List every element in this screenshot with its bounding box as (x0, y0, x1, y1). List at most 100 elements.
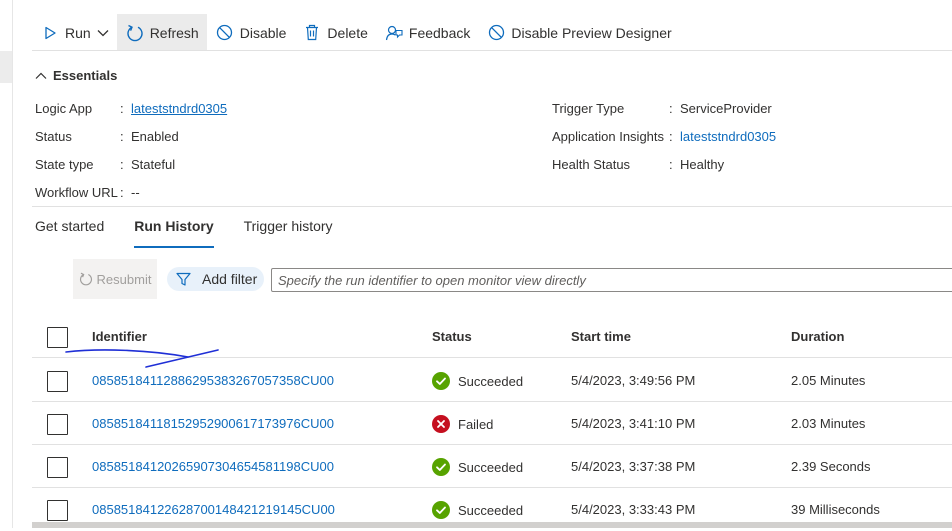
prop-app-insights: Application Insights : lateststndrd0305 (552, 129, 776, 144)
run-start-time: 5/4/2023, 3:49:56 PM (571, 373, 696, 388)
run-duration: 39 Milliseconds (791, 502, 880, 517)
disable-label: Disable (239, 24, 287, 41)
add-filter-button[interactable]: Add filter (167, 267, 264, 291)
run-start-time: 5/4/2023, 3:33:43 PM (571, 502, 696, 517)
run-duration: 2.39 Seconds (791, 459, 871, 474)
refresh-button[interactable]: Refresh (116, 14, 207, 51)
run-start-time: 5/4/2023, 3:41:10 PM (571, 416, 696, 431)
run-identifier-link[interactable]: 08585184112886295383267057358CU00 (92, 373, 334, 388)
app-insights-link[interactable]: lateststndrd0305 (680, 129, 776, 144)
resubmit-button[interactable]: Resubmit (73, 259, 157, 299)
check-circle-icon (432, 501, 450, 519)
prop-value: Enabled (131, 129, 179, 144)
prop-colon: : (120, 185, 124, 200)
feedback-button[interactable]: Feedback (376, 14, 478, 51)
run-identifier-link[interactable]: 08585184122628700148421219145CU00 (92, 502, 335, 517)
row-checkbox[interactable] (47, 414, 68, 435)
run-status: Succeeded (432, 501, 523, 519)
prop-colon: : (120, 101, 124, 116)
disable-preview-designer-button[interactable]: Disable Preview Designer (478, 14, 679, 51)
table-row[interactable]: 08585184118152952900617173976CU00 Failed… (32, 402, 952, 445)
run-identifier-search (271, 268, 952, 292)
essentials-title: Essentials (53, 68, 118, 83)
feedback-label: Feedback (408, 24, 471, 41)
column-status[interactable]: Status (432, 329, 472, 344)
disable-button[interactable]: Disable (207, 14, 295, 51)
disable-icon (215, 23, 235, 43)
prop-label: Application Insights (552, 129, 665, 144)
prop-logic-app: Logic App : lateststndrd0305 (35, 101, 227, 116)
prop-value: Stateful (131, 157, 176, 172)
essentials-divider (32, 206, 952, 207)
column-identifier[interactable]: Identifier (92, 329, 147, 344)
tab-get-started[interactable]: Get started (35, 218, 104, 244)
feedback-icon (384, 23, 404, 43)
tab-trigger-history[interactable]: Trigger history (244, 218, 333, 244)
essentials-toggle[interactable]: Essentials (35, 68, 117, 83)
prop-label: Status (35, 129, 72, 144)
prop-label: Workflow URL (35, 185, 118, 200)
run-duration: 2.03 Minutes (791, 416, 866, 431)
run-start-time: 5/4/2023, 3:37:38 PM (571, 459, 696, 474)
run-status: Succeeded (432, 458, 523, 476)
left-rail (0, 0, 13, 528)
command-bar: Run Refresh Disable Delete Feedback Disa… (32, 14, 952, 51)
column-duration[interactable]: Duration (791, 329, 844, 344)
trash-icon (302, 23, 322, 43)
play-icon (40, 23, 60, 43)
tab-bar: Get started Run History Trigger history (35, 218, 363, 248)
prop-health-status: Health Status : Healthy (552, 157, 724, 172)
check-circle-icon (432, 372, 450, 390)
row-checkbox[interactable] (47, 457, 68, 478)
prop-value: Healthy (680, 157, 725, 172)
prop-label: Logic App (35, 101, 93, 116)
status-text: Succeeded (458, 373, 524, 389)
prop-value: -- (131, 185, 140, 200)
chevron-up-icon (35, 72, 47, 80)
row-checkbox[interactable] (47, 500, 68, 521)
status-text: Failed (458, 416, 494, 432)
prop-colon: : (669, 101, 673, 116)
filter-icon (176, 272, 191, 287)
status-text: Succeeded (458, 459, 524, 475)
horizontal-scrollbar[interactable] (32, 522, 952, 528)
prop-trigger-type: Trigger Type : ServiceProvider (552, 101, 772, 116)
run-status: Failed (432, 415, 493, 433)
toolbar-divider (32, 50, 952, 51)
run-label: Run (65, 24, 91, 41)
left-rail-border (12, 0, 13, 528)
run-button[interactable]: Run (32, 14, 117, 51)
prop-workflow-url: Workflow URL : -- (35, 185, 140, 200)
refresh-label: Refresh (149, 24, 199, 41)
logic-app-link[interactable]: lateststndrd0305 (131, 101, 227, 116)
column-start-time[interactable]: Start time (571, 329, 631, 344)
row-checkbox[interactable] (47, 371, 68, 392)
status-text: Succeeded (458, 502, 524, 518)
check-circle-icon (432, 458, 450, 476)
prop-label: Health Status (552, 157, 631, 172)
resubmit-label: Resubmit (96, 271, 152, 287)
table-row[interactable]: 08585184112886295383267057358CU00 Succee… (32, 359, 952, 402)
run-duration: 2.05 Minutes (791, 373, 866, 388)
tab-run-history[interactable]: Run History (134, 218, 214, 248)
delete-button[interactable]: Delete (294, 14, 375, 51)
disable-preview-label: Disable Preview Designer (511, 24, 672, 41)
disable-icon (486, 23, 506, 43)
prop-value: ServiceProvider (680, 101, 772, 116)
run-identifier-input[interactable] (278, 272, 947, 288)
prop-status: Status : Enabled (35, 129, 179, 144)
refresh-icon (125, 23, 145, 43)
table-row[interactable]: 08585184120265907304654581198CU00 Succee… (32, 445, 952, 488)
run-identifier-link[interactable]: 08585184120265907304654581198CU00 (92, 459, 334, 474)
add-filter-label: Add filter (202, 271, 258, 287)
prop-colon: : (120, 157, 124, 172)
prop-label: Trigger Type (552, 101, 625, 116)
chevron-down-icon[interactable] (97, 29, 109, 37)
delete-label: Delete (327, 24, 368, 41)
prop-colon: : (120, 129, 124, 144)
refresh-icon (79, 272, 93, 286)
prop-colon: : (669, 157, 673, 172)
run-identifier-link[interactable]: 08585184118152952900617173976CU00 (92, 416, 334, 431)
prop-state-type: State type : Stateful (35, 157, 175, 172)
error-circle-icon (432, 415, 450, 433)
